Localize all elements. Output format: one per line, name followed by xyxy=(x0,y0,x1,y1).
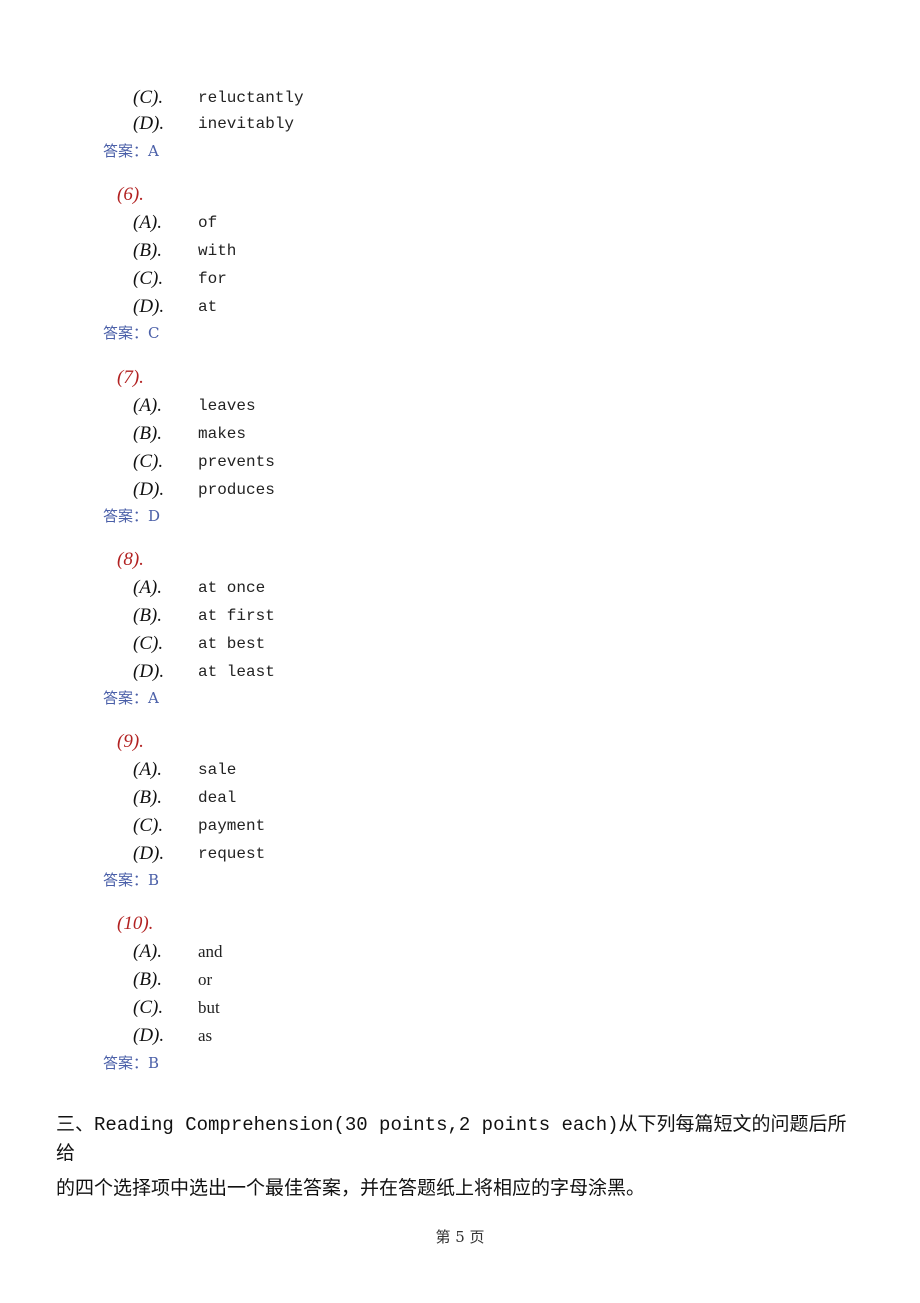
option-label: (C). xyxy=(133,633,164,654)
option-text: at xyxy=(198,298,218,316)
answer-text: 答案：A xyxy=(103,689,159,707)
option-text: as xyxy=(198,1026,213,1045)
option-text: of xyxy=(198,214,218,232)
question-number: (6). xyxy=(117,184,144,205)
option-label: (A). xyxy=(133,395,163,416)
option-label: (D). xyxy=(133,1025,165,1046)
option-text: makes xyxy=(198,425,247,443)
option-label: (B). xyxy=(133,605,163,626)
option-label: (C). xyxy=(133,997,164,1018)
document-page: (C). reluctantly (D). inevitably 答案：A (6… xyxy=(0,0,920,1303)
option-label: (B). xyxy=(133,240,163,261)
option-label: (D). xyxy=(133,661,165,682)
option-label: (C). xyxy=(133,87,164,108)
section-heading-line-3: 的四个选择项中选出一个最佳答案，并在答题纸上将相应的字母涂黑。 xyxy=(56,1177,646,1199)
option-text: but xyxy=(198,998,220,1017)
question-number: (10). xyxy=(117,913,154,934)
answer-text: 答案：D xyxy=(103,507,161,525)
option-label: (A). xyxy=(133,759,163,780)
option-label: (A). xyxy=(133,577,163,598)
option-label: (D). xyxy=(133,843,165,864)
option-label: (B). xyxy=(133,423,163,444)
option-label: (C). xyxy=(133,451,164,472)
option-label: (D). xyxy=(133,479,165,500)
option-text: at least xyxy=(198,663,275,681)
option-label: (C). xyxy=(133,815,164,836)
option-text: at best xyxy=(198,635,266,653)
option-label: (B). xyxy=(133,787,163,808)
option-label: (B). xyxy=(133,969,163,990)
option-text: produces xyxy=(198,481,275,499)
question-number: (8). xyxy=(117,549,144,570)
answer-text: 答案：B xyxy=(103,1054,160,1072)
option-label: (A). xyxy=(133,941,163,962)
option-text: sale xyxy=(198,761,237,779)
option-text: prevents xyxy=(198,453,275,471)
option-label: (D). xyxy=(133,113,165,134)
option-text: request xyxy=(198,845,266,863)
section-instruction: 从下列每篇短文的问题后所 xyxy=(618,1113,847,1135)
option-text: for xyxy=(198,270,227,288)
option-label: (A). xyxy=(133,212,163,233)
option-text: with xyxy=(198,242,237,260)
page-number: 第 5 页 xyxy=(435,1228,485,1246)
option-text: or xyxy=(198,970,213,989)
answer-text: 答案：A xyxy=(103,142,159,160)
option-text: deal xyxy=(198,789,237,807)
section-heading-line-2: 给 xyxy=(56,1142,76,1164)
option-text: at once xyxy=(198,579,266,597)
option-text: reluctantly xyxy=(198,89,304,107)
option-label: (D). xyxy=(133,296,165,317)
option-text: leaves xyxy=(198,397,256,415)
section-heading-line-1: 三、Reading Comprehension(30 points,2 poin… xyxy=(56,1108,847,1141)
question-number: (9). xyxy=(117,731,144,752)
answer-text: 答案：B xyxy=(103,871,160,889)
section-prefix: 三、 xyxy=(56,1113,95,1135)
question-number: (7). xyxy=(117,367,144,388)
option-text: payment xyxy=(198,817,266,835)
answer-text: 答案：C xyxy=(103,324,160,342)
option-text: and xyxy=(198,942,223,961)
option-text: at first xyxy=(198,607,275,625)
option-text: inevitably xyxy=(198,115,295,133)
option-label: (C). xyxy=(133,268,164,289)
section-title: Reading Comprehension(30 points,2 points… xyxy=(94,1114,619,1136)
